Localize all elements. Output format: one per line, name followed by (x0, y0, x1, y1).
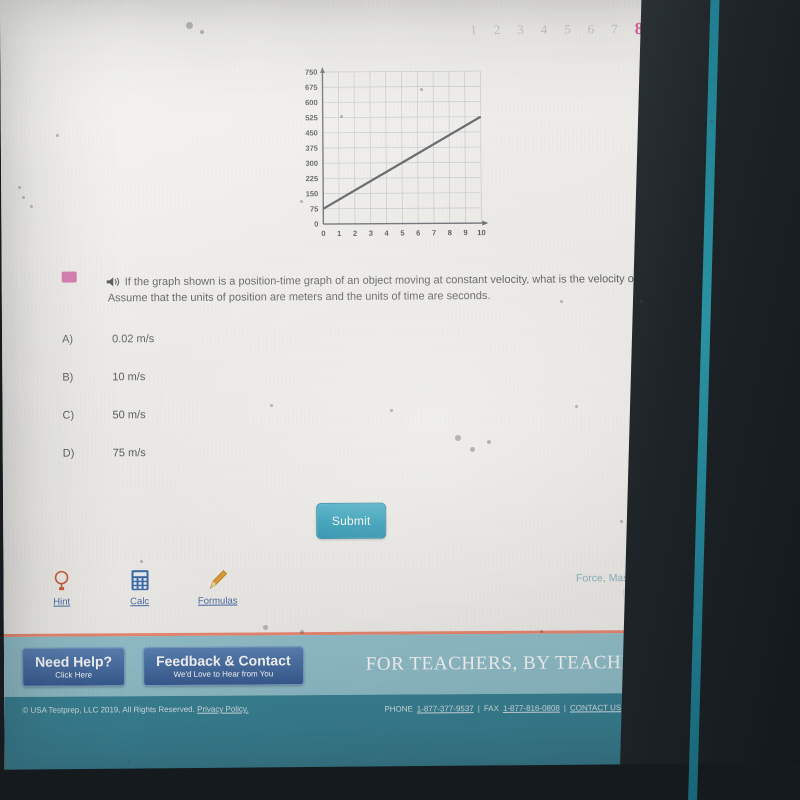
separator-1: | (477, 704, 480, 714)
question-number-7[interactable]: 7 (611, 21, 618, 37)
x-axis-line (323, 222, 486, 225)
svg-text:7: 7 (432, 228, 436, 237)
answer-option-c[interactable]: C) 50 m/s (63, 408, 343, 448)
svg-text:75: 75 (310, 204, 318, 213)
svg-text:9: 9 (464, 228, 468, 237)
graph-gridlines (322, 70, 482, 225)
hint-label: Hint (53, 596, 71, 608)
pencil-icon (209, 569, 228, 589)
svg-text:8: 8 (448, 228, 452, 237)
answer-text-d: 75 m/s (112, 447, 146, 460)
copyright-text: © USA Testprep, LLC 2019, All Rights Res… (22, 704, 195, 715)
answer-letter-a: A) (62, 333, 74, 346)
svg-text:3: 3 (369, 229, 373, 238)
svg-text:450: 450 (305, 128, 318, 137)
feedback-subtitle: We'd Love to Hear from You (173, 668, 274, 679)
svg-text:0: 0 (314, 220, 318, 229)
need-help-subtitle: Click Here (55, 669, 93, 680)
position-time-graph: 0 75 150 225 300 375 450 525 600 675 750 0 1 2 3 4 5 6 7 8… (284, 63, 497, 250)
hint-tool[interactable]: Hint (38, 569, 84, 608)
feedback-title: Feedback & Contact (156, 651, 291, 669)
separator-2: | (563, 703, 566, 713)
copyright-left: © USA Testprep, LLC 2019, All Rights Res… (22, 704, 248, 714)
calc-tool[interactable]: Calc (116, 569, 162, 607)
need-help-button[interactable]: Need Help? Click Here (21, 646, 126, 687)
formulas-label: Formulas (197, 595, 238, 607)
question-number-4[interactable]: 4 (541, 22, 548, 38)
x-axis-arrow (482, 220, 489, 226)
svg-text:2: 2 (353, 229, 357, 238)
phone-number[interactable]: 1-877-377-9537 (417, 704, 474, 713)
lightbulb-icon (54, 570, 69, 591)
question-number-2[interactable]: 2 (494, 22, 501, 38)
svg-text:150: 150 (306, 189, 319, 198)
svg-text:4: 4 (385, 229, 390, 238)
svg-text:10: 10 (477, 228, 485, 237)
answer-text-b: 10 m/s (112, 371, 146, 384)
privacy-policy-link[interactable]: Privacy Policy. (197, 704, 248, 713)
graph-svg: 0 75 150 225 300 375 450 525 600 675 750 0 1 2 3 4 5 6 7 8… (305, 67, 489, 238)
svg-text:1: 1 (337, 229, 341, 238)
answer-letter-b: B) (62, 371, 74, 384)
question-number-5[interactable]: 5 (564, 22, 571, 38)
answer-option-a[interactable]: A) 0.02 m/s (62, 332, 342, 372)
svg-text:6: 6 (416, 228, 420, 237)
svg-text:525: 525 (305, 113, 318, 122)
answer-text-a: 0.02 m/s (112, 333, 155, 346)
feedback-contact-button[interactable]: Feedback & Contact We'd Love to Hear fro… (142, 645, 304, 686)
svg-text:675: 675 (305, 83, 318, 92)
answer-text-c: 50 m/s (112, 409, 146, 422)
y-axis-line (321, 70, 325, 225)
question-number-1[interactable]: 1 (470, 22, 477, 38)
calculator-icon (130, 570, 149, 591)
svg-text:300: 300 (305, 159, 318, 168)
fax-label: FAX (483, 703, 499, 714)
contact-us-link[interactable]: CONTACT US (570, 703, 621, 712)
svg-text:0: 0 (321, 229, 325, 238)
photo-of-screen: 1 2 3 4 5 6 7 8 9 10 0751502253003754505… (0, 0, 800, 800)
answer-option-b[interactable]: B) 10 m/s (62, 370, 342, 410)
footer-tagline: FOR TEACHERS, BY TEACHERS (365, 651, 659, 675)
formulas-tool[interactable]: Formulas (194, 569, 240, 607)
calc-label: Calc (130, 596, 150, 608)
answer-options: A) 0.02 m/s B) 10 m/s C) 50 m/s D) 75 m/… (62, 332, 343, 486)
need-help-title: Need Help? (34, 652, 113, 670)
question-number-3[interactable]: 3 (517, 22, 524, 38)
question-badge-icon (61, 271, 77, 283)
svg-text:225: 225 (306, 174, 319, 183)
device-bezel-bottom (0, 762, 800, 800)
y-axis-tick-labels: 0 75 150 225 300 375 450 525 600 675 750 (305, 68, 318, 229)
phone-label: PHONE (384, 704, 413, 714)
y-axis-arrow (320, 67, 325, 74)
answer-letter-c: C) (62, 409, 75, 422)
svg-text:5: 5 (400, 229, 404, 238)
answer-letter-d: D) (62, 447, 75, 460)
x-axis-tick-labels: 0 1 2 3 4 5 6 7 8 9 10 (321, 228, 485, 238)
question-line-1: If the graph shown is a position-time gr… (124, 272, 694, 289)
tool-links: Hint Calc Formulas (38, 569, 240, 608)
question-number-6[interactable]: 6 (588, 21, 595, 37)
fax-number[interactable]: 1-877-816-0808 (503, 704, 560, 713)
svg-text:750: 750 (305, 68, 318, 77)
speaker-icon[interactable] (106, 275, 122, 288)
svg-text:600: 600 (305, 98, 318, 107)
answer-option-d[interactable]: D) 75 m/s (63, 446, 343, 486)
submit-button[interactable]: Submit (316, 502, 387, 540)
svg-text:375: 375 (305, 144, 318, 153)
